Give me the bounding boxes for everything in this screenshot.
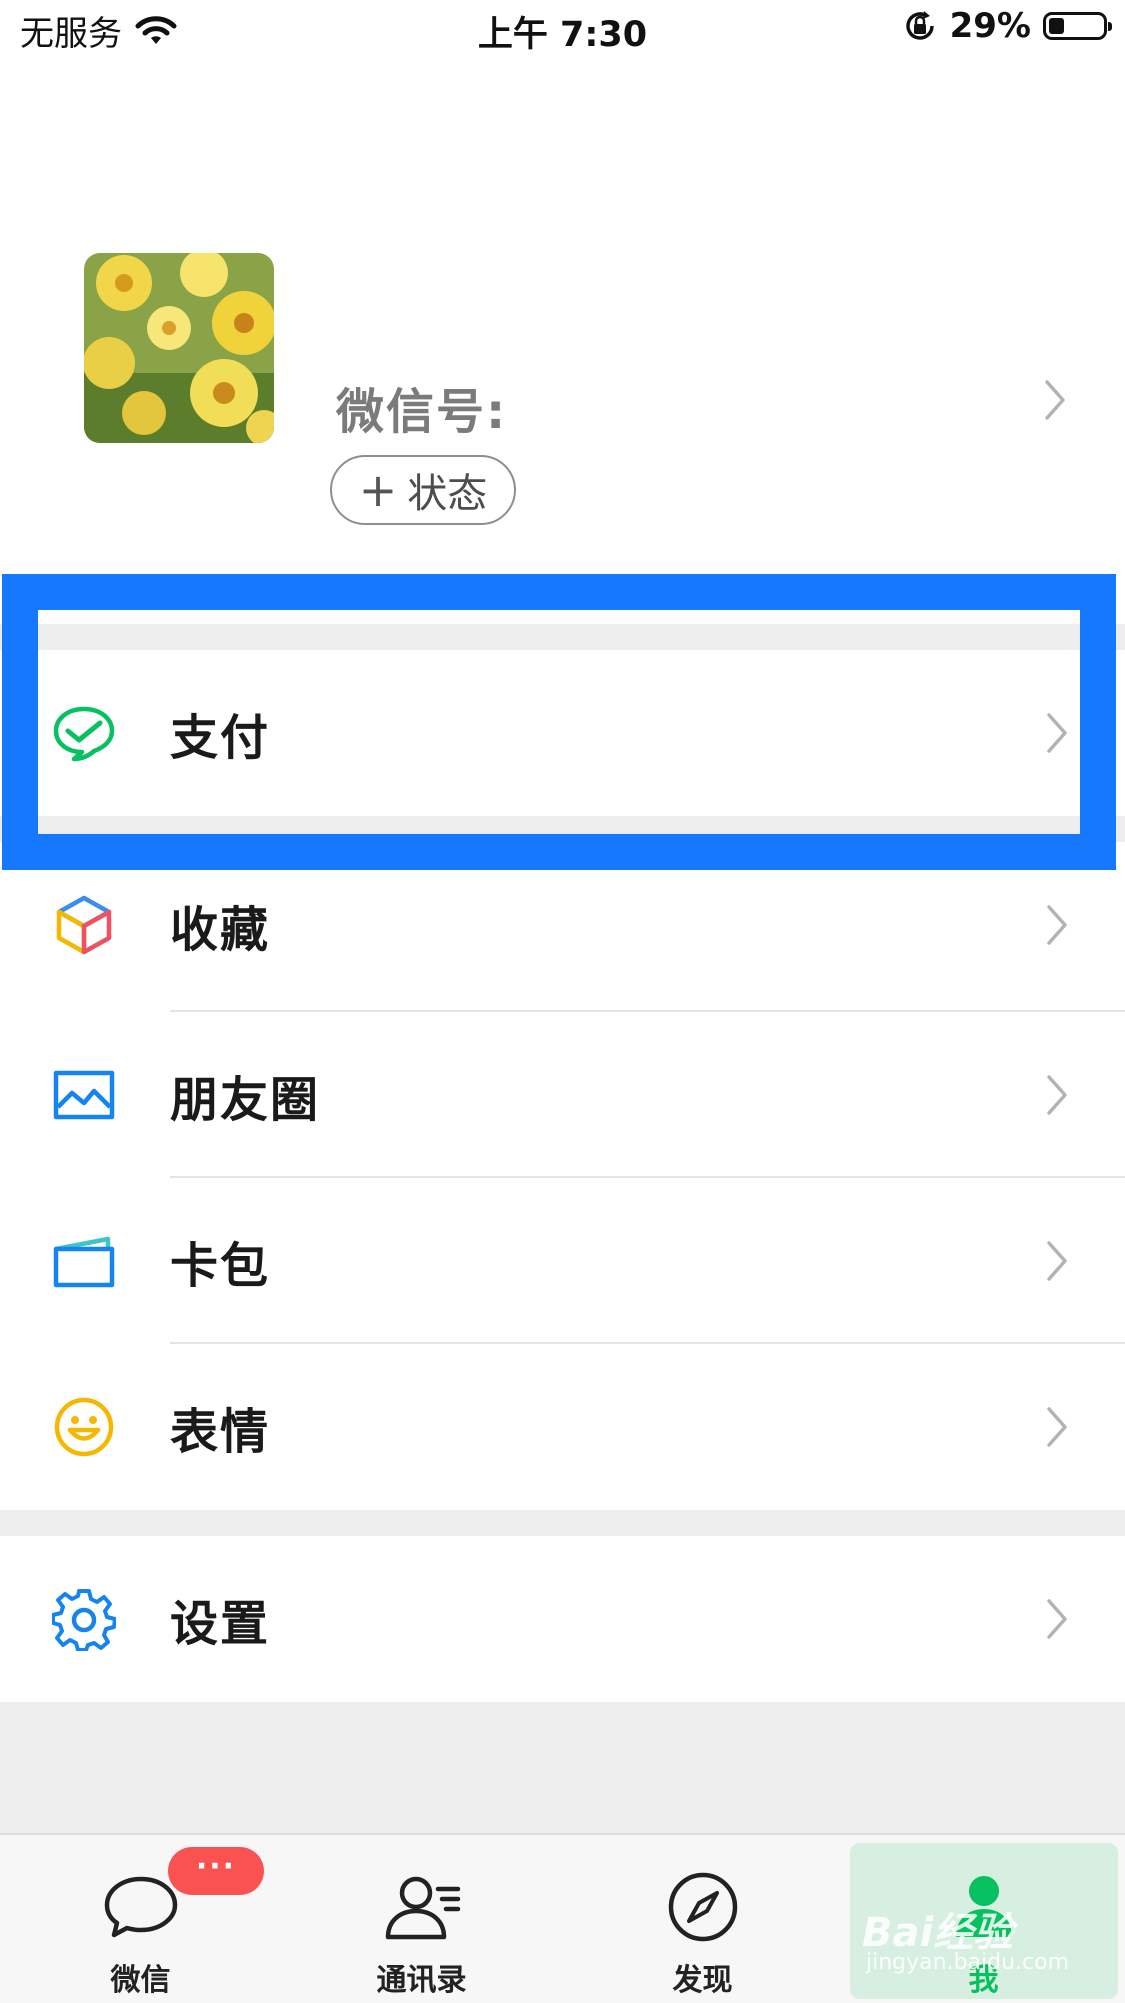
gear-icon bbox=[52, 1589, 116, 1651]
tab-label-chats: 微信 bbox=[110, 1963, 171, 1998]
tab-discover[interactable]: 发现 bbox=[562, 1835, 843, 2003]
empty-area bbox=[0, 1702, 1125, 1833]
menu-label-stickers: 表情 bbox=[170, 1404, 271, 1460]
profile-chevron-right-icon[interactable] bbox=[1043, 378, 1067, 422]
avatar-flowers-image bbox=[84, 253, 274, 443]
picture-icon bbox=[53, 1070, 115, 1120]
menu-label-moments: 朋友圈 bbox=[170, 1072, 321, 1128]
menu-row-favorites[interactable]: 收藏 bbox=[0, 842, 1125, 1008]
battery-percent: 29% bbox=[949, 6, 1031, 46]
tab-label-contacts: 通讯录 bbox=[376, 1963, 467, 1998]
card-wallet-icon bbox=[53, 1236, 115, 1288]
plus-icon: + bbox=[358, 463, 398, 517]
add-status-button[interactable]: + 状态 bbox=[330, 455, 516, 525]
section-gap bbox=[0, 1510, 1125, 1536]
avatar[interactable] bbox=[84, 253, 274, 443]
battery-icon bbox=[1043, 12, 1112, 40]
menu-row-cards[interactable]: 卡包 bbox=[0, 1178, 1125, 1344]
tab-contacts[interactable]: 通讯录 bbox=[281, 1835, 562, 2003]
menu-label-favorites: 收藏 bbox=[170, 902, 271, 958]
menu-row-settings[interactable]: 设置 bbox=[0, 1536, 1125, 1702]
cube-icon bbox=[56, 895, 112, 955]
chevron-right-icon bbox=[1047, 713, 1067, 753]
menu-row-moments[interactable]: 朋友圈 bbox=[0, 1012, 1125, 1178]
status-right: 29% bbox=[902, 6, 1112, 46]
chevron-right-icon bbox=[1047, 905, 1067, 945]
baidu-watermark-url: jingyan.baidu.com bbox=[866, 1950, 1070, 1975]
status-bar: 无服务 上午 7:30 29% bbox=[0, 0, 1125, 60]
chevron-right-icon bbox=[1047, 1407, 1067, 1447]
chevron-right-icon bbox=[1047, 1241, 1067, 1281]
chevron-right-icon bbox=[1047, 1075, 1067, 1115]
smiley-icon bbox=[54, 1397, 114, 1457]
compass-icon bbox=[668, 1872, 737, 1942]
status-button-label: 状态 bbox=[407, 471, 488, 517]
chevron-right-icon bbox=[1047, 1599, 1067, 1639]
menu-row-stickers[interactable]: 表情 bbox=[0, 1344, 1125, 1510]
pay-check-bubble-icon bbox=[53, 706, 115, 762]
unread-badge: ··· bbox=[168, 1847, 264, 1895]
menu-label-cards: 卡包 bbox=[170, 1238, 271, 1294]
section-gap bbox=[0, 624, 1125, 650]
tab-chats[interactable]: ··· 微信 bbox=[0, 1835, 281, 2003]
menu-label-pay: 支付 bbox=[170, 710, 271, 766]
tab-label-discover: 发现 bbox=[672, 1963, 733, 1998]
rotation-lock-icon bbox=[905, 11, 934, 40]
menu-label-settings: 设置 bbox=[170, 1596, 271, 1652]
wechat-id-label: 微信号: bbox=[336, 384, 508, 440]
menu-row-pay[interactable]: 支付 bbox=[0, 650, 1125, 816]
contacts-person-icon bbox=[385, 1876, 460, 1940]
